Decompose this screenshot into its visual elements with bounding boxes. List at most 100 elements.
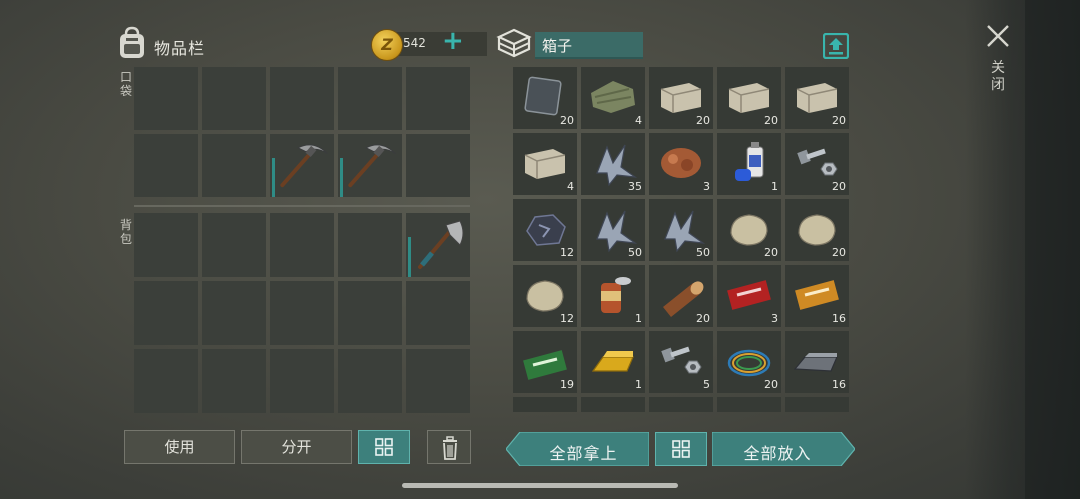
item-quantity: 20 bbox=[696, 312, 710, 325]
inventory-slot[interactable] bbox=[270, 349, 334, 413]
item-quantity: 35 bbox=[628, 180, 642, 193]
item-quantity: 20 bbox=[764, 114, 778, 127]
box-slot[interactable] bbox=[649, 397, 713, 412]
box-slot[interactable]: 20 bbox=[649, 67, 713, 129]
grid-icon bbox=[375, 438, 393, 456]
item-quantity: 20 bbox=[764, 378, 778, 391]
close-icon[interactable] bbox=[986, 24, 1010, 48]
inventory-slot[interactable] bbox=[338, 349, 402, 413]
section-divider bbox=[134, 205, 470, 207]
inventory-slot[interactable] bbox=[338, 281, 402, 345]
box-name-field[interactable]: 箱子 bbox=[535, 32, 643, 59]
inventory-slot[interactable] bbox=[270, 67, 334, 130]
inventory-slot[interactable] bbox=[406, 281, 470, 345]
take-all-button[interactable]: 全部拿上 bbox=[506, 432, 649, 466]
box-slot[interactable]: 5 bbox=[649, 331, 713, 393]
box-slot[interactable] bbox=[785, 397, 849, 412]
item-quantity: 20 bbox=[764, 246, 778, 259]
box-slot[interactable]: 4 bbox=[581, 67, 645, 129]
inventory-slot[interactable] bbox=[134, 281, 198, 345]
item-quantity: 5 bbox=[703, 378, 710, 391]
inventory-slot[interactable] bbox=[202, 134, 266, 197]
inventory-slot[interactable] bbox=[134, 134, 198, 197]
box-slot[interactable]: 3 bbox=[717, 265, 781, 327]
pickaxe-icon bbox=[348, 144, 396, 188]
inventory-slot-pickaxe[interactable] bbox=[338, 134, 402, 197]
take-all-label: 全部拿上 bbox=[549, 444, 618, 463]
item-quantity: 20 bbox=[832, 114, 846, 127]
put-all-label: 全部放入 bbox=[743, 444, 812, 463]
item-quantity: 4 bbox=[635, 114, 642, 127]
inventory-slot-pickaxe[interactable] bbox=[270, 134, 334, 197]
inventory-slot[interactable] bbox=[270, 281, 334, 345]
backpack-icon bbox=[120, 26, 144, 58]
inventory-slot[interactable] bbox=[270, 213, 334, 277]
item-quantity: 20 bbox=[832, 180, 846, 193]
item-quantity: 16 bbox=[832, 378, 846, 391]
pocket-grid bbox=[134, 67, 470, 197]
inventory-slot[interactable] bbox=[338, 213, 402, 277]
trash-icon bbox=[443, 436, 457, 460]
box-icon bbox=[496, 28, 532, 58]
box-slot[interactable]: 20 bbox=[513, 67, 577, 129]
box-title: 箱子 bbox=[542, 37, 573, 55]
inventory-slot[interactable] bbox=[202, 349, 266, 413]
inventory-slot[interactable] bbox=[406, 67, 470, 130]
sort-inventory-button[interactable] bbox=[358, 430, 410, 464]
box-slot[interactable]: 16 bbox=[785, 331, 849, 393]
item-quantity: 20 bbox=[832, 246, 846, 259]
box-slot[interactable] bbox=[581, 397, 645, 412]
box-slot[interactable]: 20 bbox=[649, 265, 713, 327]
inventory-slot[interactable] bbox=[202, 281, 266, 345]
box-slot[interactable]: 20 bbox=[785, 133, 849, 195]
home-indicator bbox=[402, 483, 678, 488]
grid-icon bbox=[672, 440, 690, 458]
use-button[interactable]: 使用 bbox=[124, 430, 235, 464]
inventory-slot[interactable] bbox=[202, 67, 266, 130]
box-slot[interactable] bbox=[513, 397, 577, 412]
inventory-slot[interactable] bbox=[134, 67, 198, 130]
sort-box-button[interactable] bbox=[655, 432, 707, 466]
box-slot[interactable]: 4 bbox=[513, 133, 577, 195]
box-slot[interactable]: 20 bbox=[785, 199, 849, 261]
inventory-slot[interactable] bbox=[406, 134, 470, 197]
box-slot[interactable]: 16 bbox=[785, 265, 849, 327]
inventory-slot[interactable] bbox=[406, 349, 470, 413]
coin-icon: Z bbox=[371, 29, 403, 61]
box-slot[interactable]: 12 bbox=[513, 265, 577, 327]
box-slot[interactable]: 35 bbox=[581, 133, 645, 195]
box-slot[interactable] bbox=[717, 397, 781, 412]
item-quantity: 50 bbox=[696, 246, 710, 259]
inventory-header: 物品栏 542 Z + bbox=[116, 26, 487, 62]
backpack-label: 背包 bbox=[119, 218, 132, 246]
box-slot[interactable]: 1 bbox=[581, 331, 645, 393]
upload-icon[interactable] bbox=[823, 33, 849, 59]
box-slot[interactable]: 20 bbox=[717, 67, 781, 129]
item-quantity: 19 bbox=[560, 378, 574, 391]
inventory-slot[interactable] bbox=[134, 349, 198, 413]
inventory-slot-hatchet[interactable] bbox=[406, 213, 470, 277]
box-slot[interactable]: 1 bbox=[581, 265, 645, 327]
right-panel-edge bbox=[1025, 0, 1080, 499]
box-slot[interactable]: 50 bbox=[649, 199, 713, 261]
box-slot[interactable]: 1 bbox=[717, 133, 781, 195]
box-slot[interactable]: 20 bbox=[785, 67, 849, 129]
box-slot[interactable]: 3 bbox=[649, 133, 713, 195]
pickaxe-icon bbox=[280, 144, 328, 188]
box-slot[interactable]: 12 bbox=[513, 199, 577, 261]
box-slot[interactable]: 50 bbox=[581, 199, 645, 261]
box-slot[interactable]: 20 bbox=[717, 199, 781, 261]
inventory-title: 物品栏 bbox=[154, 39, 206, 58]
add-coins-button[interactable]: + bbox=[442, 28, 464, 54]
put-all-button[interactable]: 全部放入 bbox=[712, 432, 855, 466]
inventory-slot[interactable] bbox=[338, 67, 402, 130]
close-label[interactable]: 关闭 bbox=[990, 60, 1006, 94]
item-quantity: 20 bbox=[696, 114, 710, 127]
box-slot[interactable]: 20 bbox=[717, 331, 781, 393]
box-slot[interactable]: 19 bbox=[513, 331, 577, 393]
split-button[interactable]: 分开 bbox=[241, 430, 352, 464]
inventory-slot[interactable] bbox=[134, 213, 198, 277]
box-grid: 20 4 20 20 20 4 35 3 1 20 12 50 50 20 20 12 1 20 3 16 19 1 5 20… bbox=[513, 67, 849, 412]
inventory-slot[interactable] bbox=[202, 213, 266, 277]
trash-button[interactable] bbox=[427, 430, 471, 464]
